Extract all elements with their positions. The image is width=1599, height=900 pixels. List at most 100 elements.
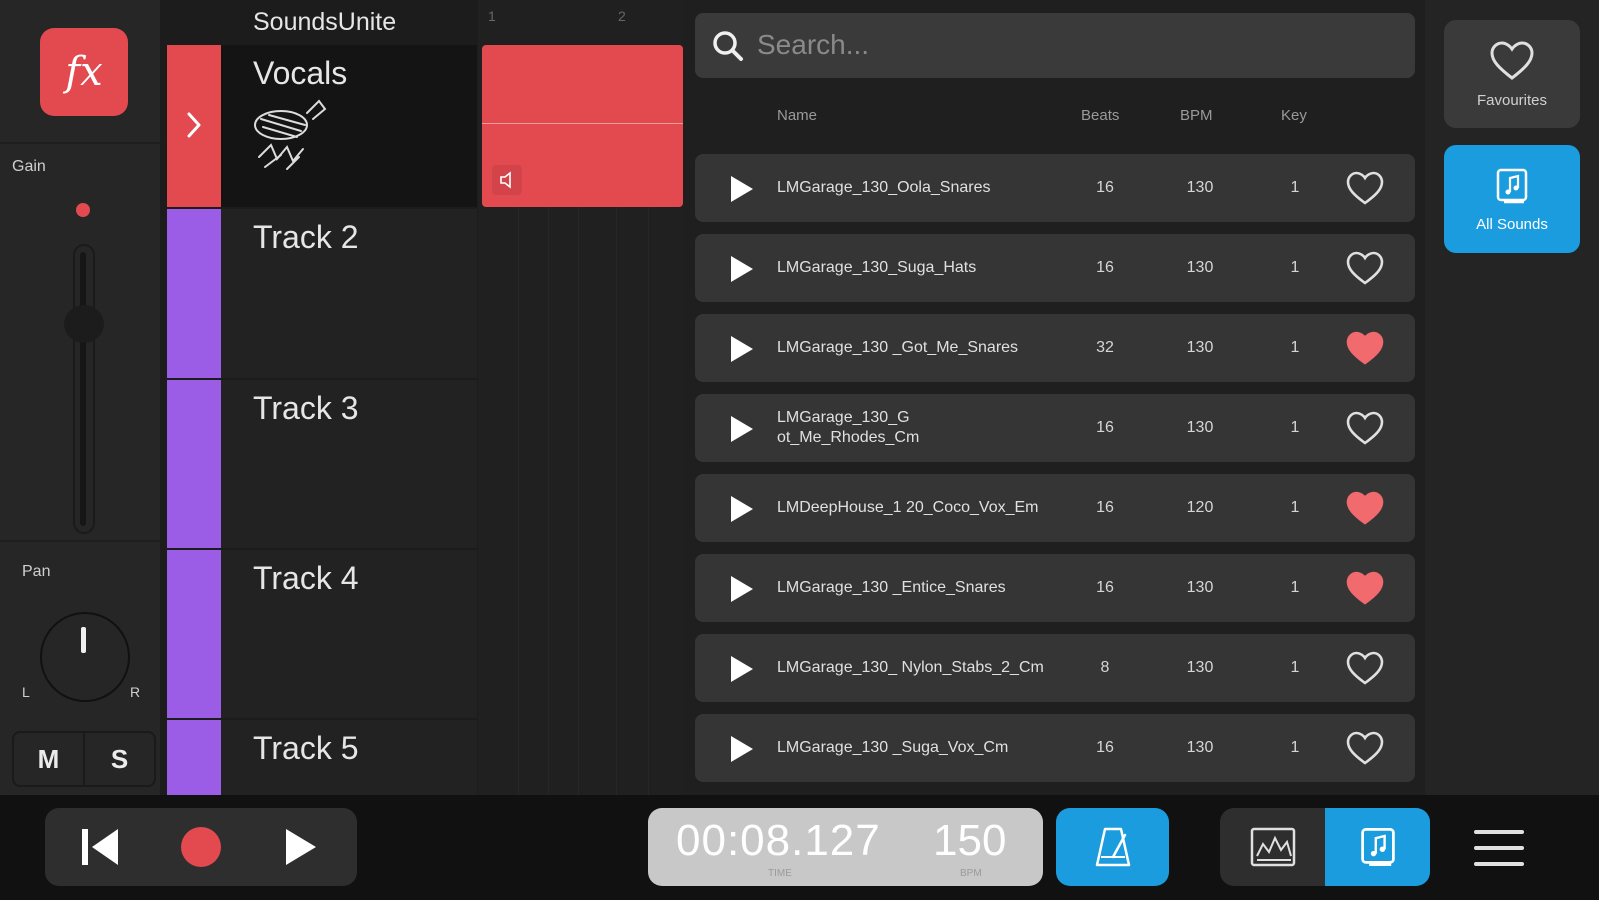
sound-row[interactable]: LMGarage_130 _Got_Me_Snares 32 130 1 [695,314,1415,382]
waveform-view-icon [1250,827,1295,867]
speaker-icon[interactable] [492,165,522,195]
pan-right-label: R [130,684,141,700]
track-color-strip[interactable] [167,45,221,207]
sound-row[interactable]: LMGarage_130 _Entice_Snares 16 130 1 [695,554,1415,622]
gain-label: Gain [12,158,46,175]
sound-key: 1 [1290,579,1300,596]
heart-filled-icon[interactable] [1345,490,1385,526]
menu-line [1474,846,1524,850]
bpm-value[interactable]: 150 [933,816,1006,866]
all-sounds-button[interactable]: All Sounds [1444,145,1580,253]
sound-name: LMGarage_130_Oola_Snares [777,179,991,196]
track-label-area: Track 4 [221,550,477,718]
time-caption: TIME [768,868,792,879]
track-row-4[interactable]: Track 4 [167,550,477,718]
hamburger-menu-icon[interactable] [1474,830,1524,866]
track-name: Track 4 [253,560,359,596]
sound-beats: 16 [1096,579,1114,596]
search-placeholder: Search... [757,29,870,60]
track-row-5[interactable]: Track 5 [167,720,477,795]
play-icon[interactable] [727,254,755,284]
track-name: Track 3 [253,390,359,426]
fx-button[interactable]: fx [40,28,128,116]
sound-bpm: 130 [1186,259,1214,276]
play-icon[interactable] [727,574,755,604]
sound-row[interactable]: LMGarage_130_Suga_Hats 16 130 1 [695,234,1415,302]
bpm-caption: BPM [960,868,982,879]
heart-outline-icon[interactable] [1345,410,1385,446]
sound-name: LMGarage_130_ Nylon_Stabs_2_Cm [777,659,1044,676]
mixer-panel: fx Gain Pan L R M S [0,0,162,795]
sound-key: 1 [1290,739,1300,756]
heart-outline-icon[interactable] [1345,170,1385,206]
heart-outline-icon[interactable] [1345,250,1385,286]
solo-button[interactable]: S [83,733,154,785]
pan-knob[interactable] [40,612,130,702]
column-header-key[interactable]: Key [1281,107,1307,124]
metronome-icon [1095,827,1130,867]
sound-key: 1 [1290,339,1300,356]
metronome-button[interactable] [1056,808,1169,886]
column-header-bpm[interactable]: BPM [1180,107,1213,124]
track-label-area: Vocals [221,45,477,207]
sound-beats: 16 [1096,419,1114,436]
sound-row[interactable]: LMGarage_130 _Suga_Vox_Cm 16 130 1 [695,714,1415,782]
column-header-name[interactable]: Name [777,107,817,124]
play-icon[interactable] [727,414,755,444]
sound-name: LMGarage_130 _Got_Me_Snares [777,339,1019,356]
gain-fader-handle[interactable] [64,305,104,343]
sound-name: LMGarage_130 _Suga_Vox_Cm [777,739,1009,756]
track-color-strip[interactable] [167,380,221,548]
track-color-strip[interactable] [167,209,221,378]
gain-indicator-dot [76,203,90,217]
sound-beats: 32 [1096,339,1114,356]
sound-row[interactable]: LMDeepHouse_1 20_Coco_Vox_Em 16 120 1 [695,474,1415,542]
heart-filled-icon[interactable] [1345,570,1385,606]
sound-beats: 16 [1096,259,1114,276]
heart-outline-icon[interactable] [1345,730,1385,766]
track-name: Track 2 [253,219,359,255]
play-icon[interactable] [727,334,755,364]
play-icon[interactable] [727,734,755,764]
track-row-2[interactable]: Track 2 [167,209,477,378]
ruler-number: 1 [488,8,496,24]
track-color-strip[interactable] [167,720,221,795]
play-button[interactable] [255,808,345,886]
track-color-strip[interactable] [167,550,221,718]
record-button[interactable] [156,808,246,886]
heart-outline-icon[interactable] [1345,650,1385,686]
clip-waveform-line [482,123,683,124]
column-header-beats[interactable]: Beats [1081,107,1119,124]
rewind-button[interactable] [55,808,145,886]
time-display[interactable]: 00:08.127 TIME 150 BPM [648,808,1043,886]
all-sounds-label: All Sounds [1476,215,1548,233]
sound-row[interactable]: LMGarage_130_G ot_Me_Rhodes_Cm 16 130 1 [695,394,1415,462]
browser-view-button[interactable] [1325,808,1430,886]
search-input[interactable]: Search... [695,13,1415,78]
pan-label: Pan [22,563,51,580]
favourites-label: Favourites [1476,91,1548,109]
sound-library-icon [1360,828,1395,866]
track-label-area: Track 3 [221,380,477,548]
track-label-area: Track 2 [221,209,477,378]
audio-clip[interactable] [482,45,683,207]
play-icon [286,829,316,865]
track-label-area: Track 5 [221,720,477,795]
track-row-3[interactable]: Track 3 [167,380,477,548]
sound-row[interactable]: LMGarage_130_ Nylon_Stabs_2_Cm 8 130 1 [695,634,1415,702]
project-title: SoundsUnite [253,8,397,36]
track-row-vocals[interactable]: Vocals [167,45,477,207]
play-icon[interactable] [727,174,755,204]
play-icon[interactable] [727,494,755,524]
time-value: 00:08.127 [676,816,881,865]
favourites-button[interactable]: Favourites [1444,20,1580,128]
track-name: Track 5 [253,730,359,766]
sound-row[interactable]: LMGarage_130_Oola_Snares 16 130 1 [695,154,1415,222]
mixer-view-button[interactable] [1220,808,1325,886]
heart-filled-icon[interactable] [1345,330,1385,366]
play-icon[interactable] [727,654,755,684]
mute-button[interactable]: M [14,733,83,785]
sound-key: 1 [1290,659,1300,676]
sound-key: 1 [1290,499,1300,516]
sound-bpm: 130 [1186,739,1214,756]
